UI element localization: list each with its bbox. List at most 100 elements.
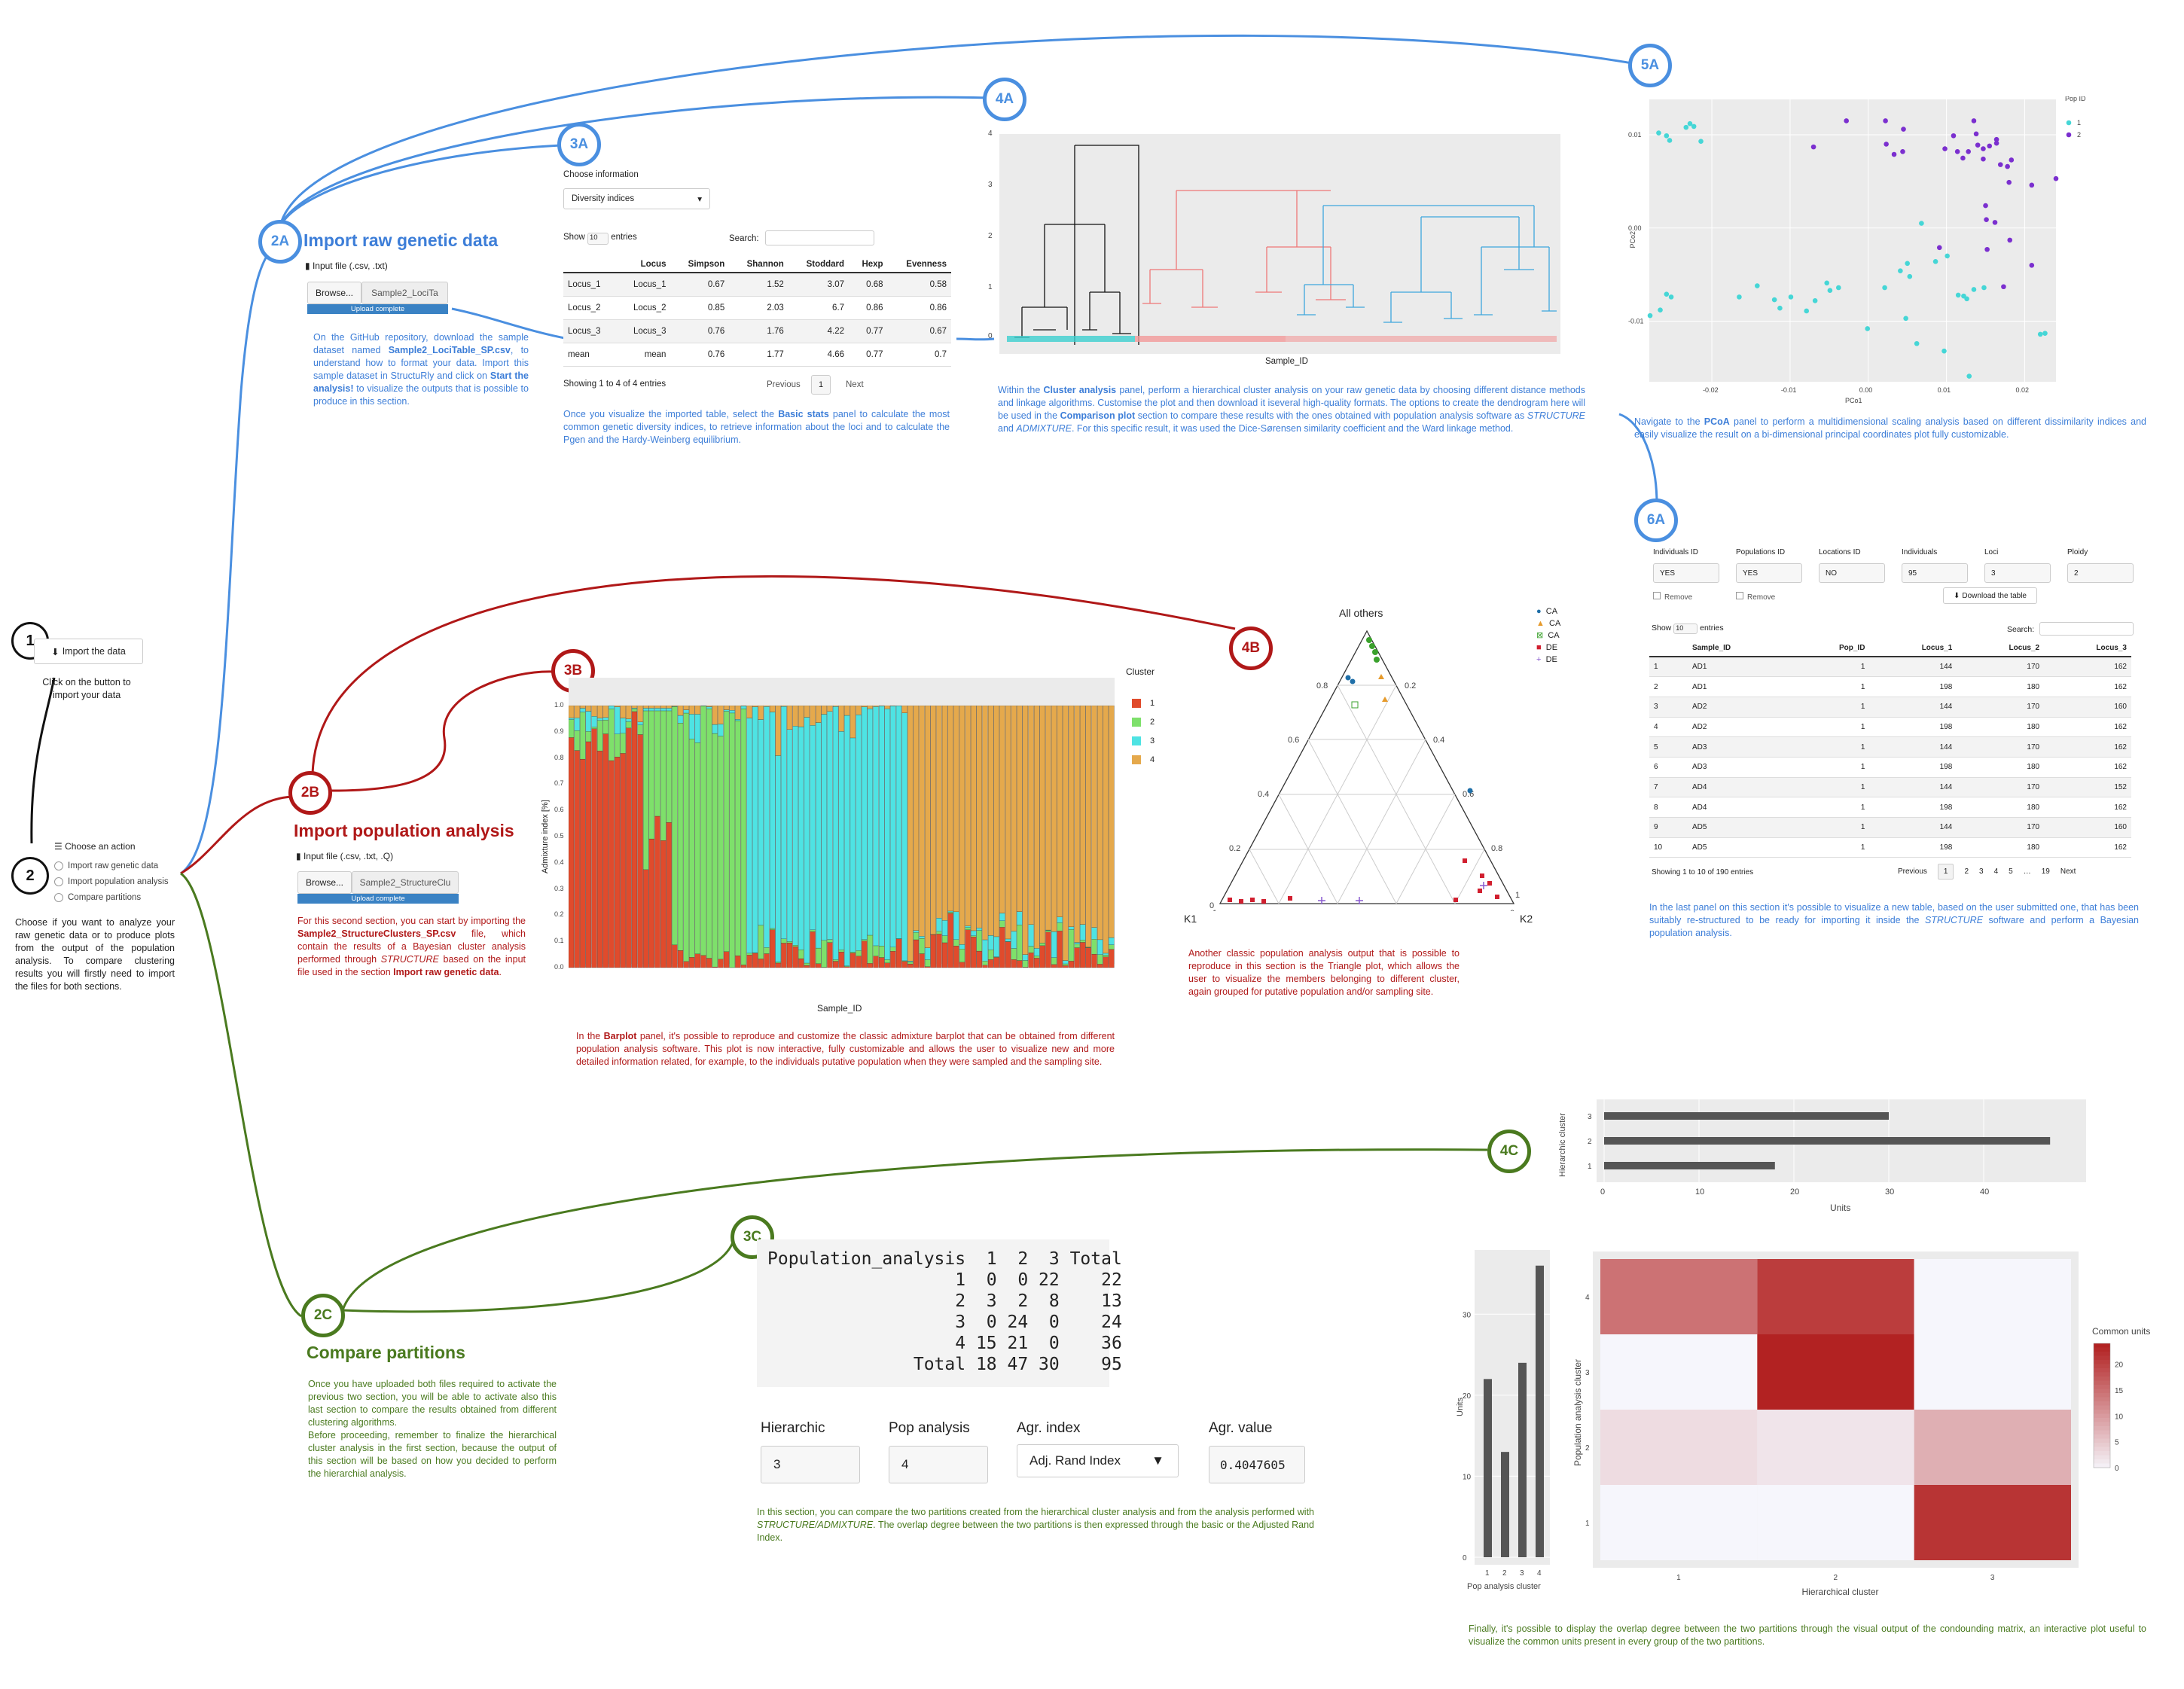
admixture-bar-segment (580, 758, 586, 968)
page-link[interactable]: Next (2060, 867, 2076, 876)
table-row: Locus_1 Locus_1 0.67 1.52 3.07 0.68 0.58 (563, 273, 951, 297)
admixture-bar-segment (925, 959, 931, 967)
legend-gradient-step (2094, 1380, 2110, 1386)
admixture-bar-segment (987, 959, 994, 968)
svg-text:0.2: 0.2 (1405, 681, 1416, 691)
stats-search-input[interactable] (765, 230, 874, 245)
field-input[interactable]: 2 (2067, 563, 2134, 583)
pcoa-point (1691, 123, 1697, 130)
admixture-bar-segment (569, 719, 575, 738)
page-link[interactable]: … (2024, 867, 2031, 876)
admixture-bar-segment (844, 966, 850, 968)
remove-checkbox-1[interactable]: Remove (1653, 592, 1692, 602)
step-5a-marker: 5A (1628, 44, 1672, 87)
admixture-bar-segment (1074, 942, 1080, 944)
radio-import-raw[interactable]: Import raw genetic data (54, 858, 169, 874)
page-link[interactable]: 4 (1994, 867, 1999, 876)
admixture-bar-segment (591, 728, 597, 968)
page-link[interactable]: 5 (2009, 867, 2013, 876)
field-input[interactable]: YES (1653, 563, 1719, 583)
admixture-bar-segment (890, 706, 896, 947)
admixture-bar-segment (792, 726, 798, 946)
admixture-bar-segment (976, 950, 982, 968)
admixture-bar-segment (614, 757, 621, 968)
column-header[interactable]: Locus_2 (1957, 640, 2045, 657)
admixture-bar-segment (781, 943, 787, 968)
admixture-bar-segment (810, 931, 816, 968)
pcoa-plot[interactable]: -0.02 -0.01 0.00 0.01 0.02 0.01 0.00 -0.01 PCo1 P… (1627, 96, 2116, 413)
admixture-bar-segment (775, 962, 781, 968)
radio-import-population[interactable]: Import population analysis (54, 874, 169, 890)
admixture-bar-segment (752, 706, 758, 953)
admixture-bar-segment (1074, 944, 1080, 948)
admixture-bar-segment (648, 710, 654, 840)
admixture-bar-segment (884, 962, 890, 968)
admixture-bar-segment (867, 934, 873, 964)
confusion-heatmap[interactable]: 1 2 3 1 2 3 4 Hierarchical cluster Population an… (1563, 1250, 2180, 1611)
field-input[interactable]: NO (1819, 563, 1885, 583)
admixture-bar-segment (648, 706, 654, 709)
admixture-bar-segment (1091, 706, 1097, 928)
admixture-bar-segment (1017, 706, 1023, 912)
download-table-button[interactable]: ⬇ Download the table (1943, 587, 2037, 604)
hierarchic-units-bar[interactable]: 0 10 20 30 40 1 2 3 Units Hierarchic cluster (1551, 1099, 2094, 1227)
admixture-plot[interactable] (569, 706, 1115, 971)
admixture-bar-segment (1011, 931, 1017, 949)
x-tick-label: 0.01 (1938, 386, 1951, 394)
page-link[interactable]: Previous (1898, 867, 1927, 876)
triangle-description: Another classic population analysis outp… (1188, 948, 1460, 997)
radio-compare-partitions[interactable]: Compare partitions (54, 890, 169, 906)
admixture-bar-segment (798, 950, 804, 959)
admixture-bar-segment (677, 715, 684, 724)
admixture-bar-segment (706, 958, 712, 968)
field-input[interactable]: YES (1736, 563, 1802, 583)
pop-browse-button[interactable]: Browse... (297, 871, 352, 894)
column-header[interactable]: Locus_3 (2044, 640, 2131, 657)
info-select[interactable]: Diversity indices ▾ (563, 188, 710, 209)
admixture-bar-segment (965, 929, 971, 968)
admixture-bar-segment (1011, 948, 1017, 960)
admixture-bar-segment (718, 706, 724, 724)
table-row: 2 AD1 1 198 180 162 (1649, 676, 2131, 697)
page-link[interactable]: 2 (1964, 867, 1969, 876)
admixture-bar-segment (804, 965, 810, 968)
stats-prev[interactable]: Previous (767, 380, 801, 389)
field-input[interactable]: 95 (1902, 563, 1968, 583)
y-tick-label: -0.01 (1628, 318, 1644, 325)
raw-browse-button[interactable]: Browse... (307, 282, 361, 304)
remove-checkbox-2[interactable]: Remove (1736, 592, 1775, 602)
action-radio-group[interactable]: Import raw genetic data Import populatio… (54, 858, 169, 906)
vbar (1536, 1265, 1544, 1557)
admixture-bar-segment (1109, 944, 1115, 950)
admixture-bar-segment (862, 706, 868, 940)
stats-page-1[interactable]: 1 (811, 375, 831, 395)
column-header[interactable]: Sample_ID (1687, 640, 1793, 657)
admixture-bar-segment (1074, 947, 1080, 968)
pop-units-bar[interactable]: 01020301 2 3 4Pop analysis clusterUnits (1453, 1246, 1563, 1608)
y-tick-label: 3 (1588, 1113, 1592, 1121)
structure-show-entries[interactable]: Show 10 entries (1652, 623, 1724, 634)
column-header[interactable]: Locus_1 (1869, 640, 1957, 657)
structure-search-input[interactable] (2039, 622, 2134, 636)
field-input[interactable]: 3 (1984, 563, 2051, 583)
stats-show-entries[interactable]: Show 10 entries (563, 233, 637, 245)
page-link[interactable]: 3 (1979, 867, 1984, 876)
page-link[interactable]: 19 (2042, 867, 2050, 876)
stats-next[interactable]: Next (846, 380, 864, 389)
admixture-bar-segment (947, 910, 953, 913)
page-link[interactable]: 1 (1937, 864, 1954, 880)
column-header[interactable]: Pop_ID (1792, 640, 1870, 657)
pop-analysis-input[interactable]: 4 (889, 1446, 988, 1483)
structure-pagination[interactable]: Previous 1 2 3 4 5 … 19 Next (1898, 864, 2076, 880)
dendrogram-plot[interactable] (999, 134, 1560, 354)
admixture-bar-segment (677, 723, 684, 951)
triangle-plot[interactable]: 0.80.60.40.2 0.20.40.60.8 0.80.60.40.2 0… (1197, 617, 1544, 911)
admixture-bar-segment (930, 706, 936, 935)
table-row: 5 AD3 1 144 170 162 (1649, 736, 2131, 758)
hierarchic-input[interactable]: 3 (761, 1446, 860, 1483)
legend-gradient-step (2094, 1426, 2110, 1431)
import-data-button[interactable]: ⬇ Import the data (34, 639, 143, 664)
agr-index-select[interactable]: Adj. Rand Index ▼ (1017, 1444, 1179, 1477)
column-header[interactable] (1649, 640, 1688, 657)
admixture-bar-segment (1068, 706, 1075, 927)
